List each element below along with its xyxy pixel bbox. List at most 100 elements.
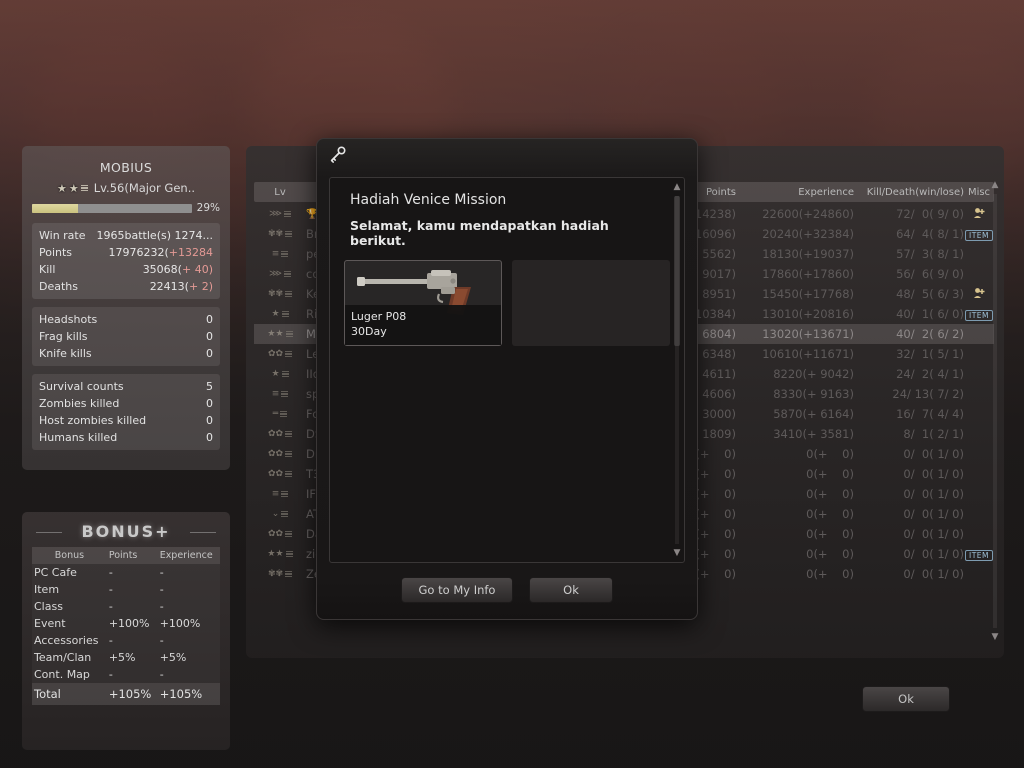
stat-value: 22413(+ 2)	[150, 278, 213, 295]
cell-experience: 0(+ 0)	[806, 547, 854, 561]
bonus-cell-name: Item	[32, 581, 107, 598]
cell-killdeath: 0/ 0( 1/ 0)	[903, 487, 964, 501]
cell-level: ⋙	[254, 269, 306, 279]
reward-dialog-body: Hadiah Venice Mission Selamat, kamu mend…	[329, 177, 685, 563]
rank-insignia-icon: ✾✾	[268, 289, 293, 299]
add-friend-icon[interactable]	[973, 207, 985, 219]
bonus-cell-exp: -	[157, 581, 220, 598]
stat-row: Points 17976232(+13284	[39, 244, 213, 261]
reward-slot-filled[interactable]: Luger P08 30Day	[344, 260, 503, 346]
modal-scroll-down-icon[interactable]: ▼	[672, 548, 682, 558]
scrollbar-track[interactable]	[993, 194, 997, 628]
stat-label: Points	[39, 246, 73, 259]
stat-value-delta: + 40)	[181, 263, 213, 276]
stat-row: Kill 35068(+ 40)	[39, 261, 213, 278]
bonus-cell-name: Class	[32, 598, 107, 615]
scoreboard-ok-button[interactable]: Ok	[862, 686, 950, 712]
rank-insignia-icon: ≡	[272, 389, 289, 399]
cell-level: ★★	[254, 329, 306, 339]
bonus-cell-name: PC Cafe	[32, 564, 107, 581]
cell-experience: 0(+ 0)	[806, 447, 854, 461]
cell-killdeath: 48/ 5( 6/ 3)	[896, 287, 964, 301]
cell-experience: 5870(+ 6164)	[773, 407, 854, 421]
reward-slot-label: Luger P08 30Day	[345, 305, 502, 345]
cell-level: ✿✿	[254, 349, 306, 359]
reward-slot-empty	[512, 260, 670, 346]
cell-experience: 3410(+ 3581)	[773, 427, 854, 441]
stat-label: Humans killed	[39, 431, 118, 444]
bonus-total-exp: +105%	[157, 683, 220, 705]
xp-percent-label: 29%	[196, 202, 220, 214]
bonus-cell-name: Cont. Map	[32, 666, 107, 683]
reward-ok-button[interactable]: Ok	[529, 577, 613, 603]
reward-dialog-scrollbar[interactable]: ▲ ▼	[672, 182, 682, 558]
bonus-col-name: Bonus	[32, 547, 107, 564]
item-badge[interactable]: ITEM	[964, 230, 993, 241]
scoreboard-scrollbar[interactable]: ▲ ▼	[990, 180, 1000, 642]
bonus-cell-exp: -	[157, 632, 220, 649]
item-badge[interactable]: ITEM	[964, 550, 993, 561]
go-to-my-info-button[interactable]: Go to My Info	[401, 577, 513, 603]
cell-experience: 0(+ 0)	[806, 527, 854, 541]
cell-experience: 15450(+17768)	[762, 287, 854, 301]
rank-insignia-icon: ⋙	[269, 269, 291, 279]
cell-experience: 0(+ 0)	[806, 467, 854, 481]
stat-value-main: 17976232(	[108, 246, 169, 259]
xp-progress-row: 29%	[32, 202, 220, 214]
item-badge[interactable]: ITEM	[964, 310, 993, 321]
stat-label: Knife kills	[39, 347, 92, 360]
stat-label: Frag kills	[39, 330, 88, 343]
bonus-cell-name: Accessories	[32, 632, 107, 649]
cell-killdeath: 56/ 6( 9/ 0)	[896, 267, 964, 281]
stat-label: Host zombies killed	[39, 414, 147, 427]
cell-killdeath: 24/ 2( 4/ 1)	[896, 367, 964, 381]
rank-insignia-icon: ⋙	[269, 209, 291, 219]
cell-killdeath: 24/ 13( 7/ 2)	[892, 387, 964, 401]
column-header-experience: Experience	[798, 186, 854, 198]
stat-value: 5	[206, 380, 213, 393]
column-header-level: Lv	[274, 186, 286, 198]
bonus-cell-exp: -	[157, 598, 220, 615]
cell-killdeath: 0/ 0( 1/ 0)	[903, 527, 964, 541]
cell-level: ✿✿	[254, 429, 306, 439]
bonus-cell-points: -	[106, 666, 158, 683]
scroll-down-icon[interactable]: ▼	[990, 632, 1000, 642]
bonus-cell-points: -	[106, 564, 158, 581]
player-level: Lv.56(Major Gen..	[93, 181, 195, 195]
bonus-cell-exp: +5%	[157, 649, 220, 666]
modal-scroll-up-icon[interactable]: ▲	[672, 182, 682, 192]
stat-row: Host zombies killed 0	[39, 412, 213, 429]
stat-value: 17976232(+13284	[109, 244, 214, 261]
cell-killdeath: 64/ 4( 8/ 1)	[896, 227, 964, 241]
reward-dialog-title: Hadiah Venice Mission	[350, 192, 507, 208]
xp-progress-bar	[32, 203, 192, 213]
add-friend-icon[interactable]	[973, 287, 985, 299]
stat-row: Deaths 22413(+ 2)	[39, 278, 213, 295]
stat-row: Zombies killed 0	[39, 395, 213, 412]
reward-dialog: Hadiah Venice Mission Selamat, kamu mend…	[316, 138, 698, 620]
bonus-panel: BONUS+ Bonus Points Experience PC Cafe - -…	[22, 512, 230, 750]
cell-killdeath: 0/ 0( 1/ 0)	[903, 507, 964, 521]
stat-row: Humans killed 0	[39, 429, 213, 446]
rank-insignia-icon: ✿✿	[268, 469, 293, 479]
primary-stats-box: Win rate 1965battle(s) 1274... Points 17976…	[32, 223, 220, 299]
cell-experience: 20240(+32384)	[762, 227, 854, 241]
bonus-row: Item - -	[32, 581, 220, 598]
player-profile-panel: MOBIUS ★ ★ Lv.56(Major Gen.. 29% Win rate…	[22, 146, 230, 470]
reward-item-duration: 30Day	[351, 325, 387, 338]
bonus-total-label: Total	[32, 683, 107, 705]
modal-scrollbar-thumb[interactable]	[674, 196, 680, 346]
stat-value: 0	[206, 313, 213, 326]
cell-killdeath: 0/ 0( 1/ 0)	[903, 467, 964, 481]
cell-killdeath: 16/ 7( 4/ 4)	[896, 407, 964, 421]
cell-killdeath: 32/ 1( 5/ 1)	[896, 347, 964, 361]
bonus-row: Cont. Map - -	[32, 666, 220, 683]
stat-row: Frag kills 0	[39, 328, 213, 345]
scroll-up-icon[interactable]: ▲	[990, 180, 1000, 190]
bonus-row: Accessories - -	[32, 632, 220, 649]
cell-experience: 0(+ 0)	[806, 567, 854, 581]
rank-insignia-icon: ★★	[57, 183, 88, 194]
bonus-col-points: Points	[106, 547, 158, 564]
rank-insignia-icon: ⌄	[272, 509, 289, 519]
bonus-cell-exp: +100%	[157, 615, 220, 632]
